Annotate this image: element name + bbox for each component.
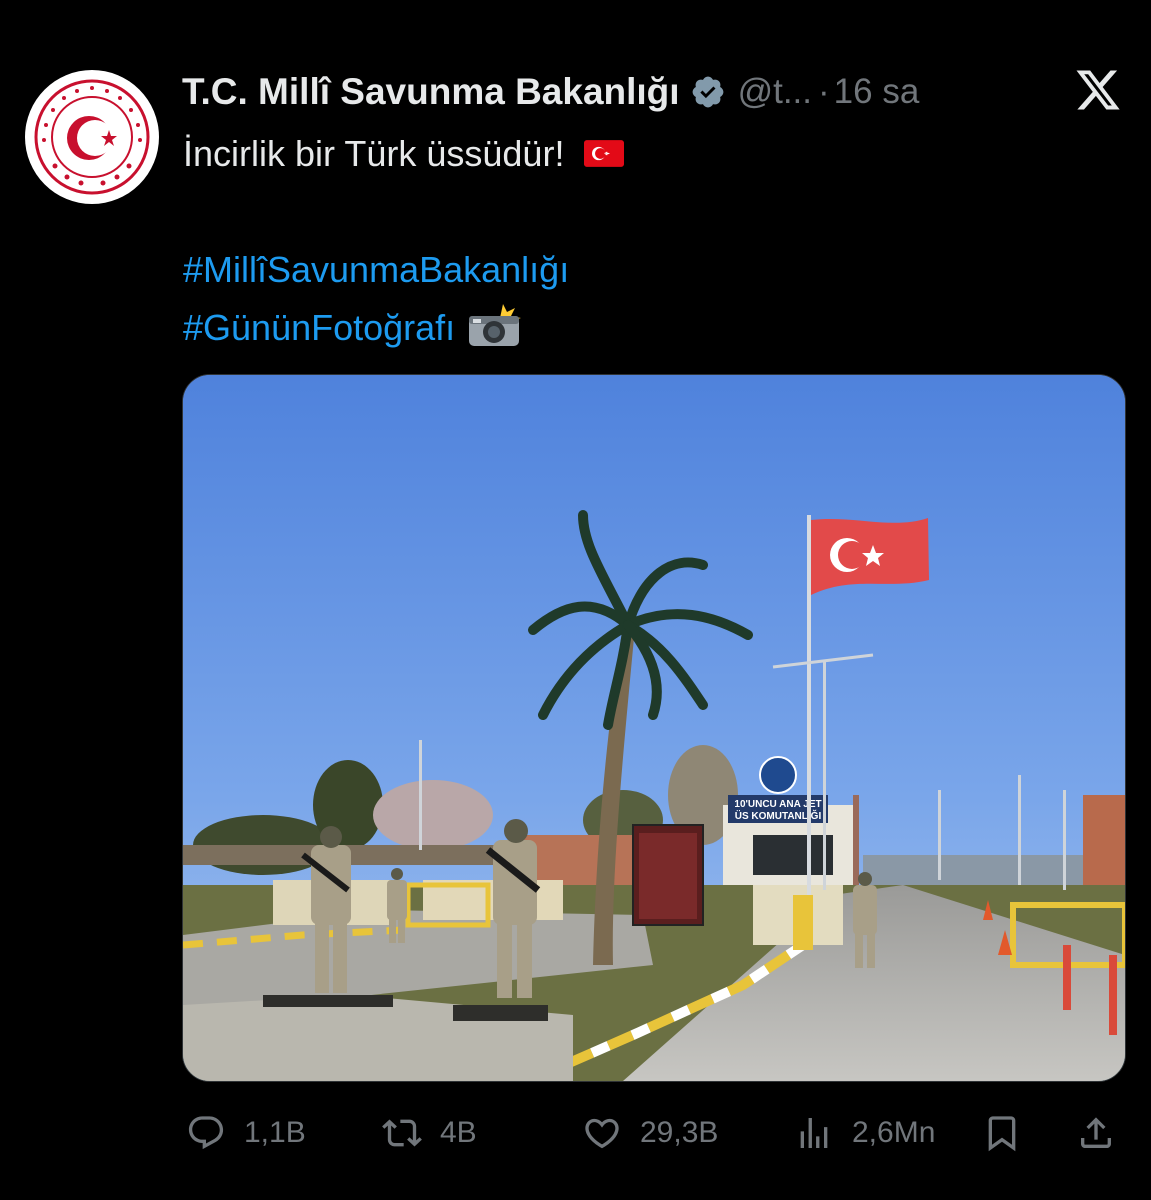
tweet-photo[interactable]: 10'UNCU ANA JET ÜS KOMUTANLIĞI: [182, 374, 1126, 1082]
bookmark-icon: [988, 1116, 1016, 1152]
retweet-button[interactable]: 4B: [382, 1113, 477, 1153]
reply-icon: [188, 1116, 224, 1150]
like-button[interactable]: 29,3B: [582, 1113, 718, 1153]
views-chart-icon: [800, 1118, 828, 1148]
tweet-time[interactable]: 16 sa: [834, 72, 920, 112]
retweet-icon: [382, 1119, 422, 1147]
separator-dot: ·: [818, 72, 830, 111]
tweet-actions: 1,1B 4B 29,3B 2,6Mn: [182, 1108, 1122, 1158]
tweet-body: İncirlik bir Türk üssüdür! #MillîSavunma…: [183, 125, 1083, 357]
bookmark-button[interactable]: [982, 1113, 1022, 1153]
reply-button[interactable]: 1,1B: [186, 1113, 306, 1153]
display-name[interactable]: T.C. Millî Savunma Bakanlığı: [182, 71, 680, 113]
share-button[interactable]: [1076, 1113, 1116, 1153]
tweet-line: İncirlik bir Türk üssüdür!: [183, 125, 1083, 183]
views-button[interactable]: 2,6Mn: [794, 1113, 935, 1153]
reply-count: 1,1B: [244, 1116, 306, 1149]
hashtag-link[interactable]: #MillîSavunmaBakanlığı: [183, 249, 569, 290]
hashtag-link[interactable]: #GününFotoğrafı: [183, 307, 455, 348]
turkey-flag-emoji-icon: [584, 140, 625, 167]
x-logo-icon: [1076, 70, 1120, 110]
views-count: 2,6Mn: [852, 1116, 936, 1149]
tweet-header: T.C. Millî Savunma Bakanlığı @t... · 16 …: [182, 68, 1122, 116]
photo-scene: 10'UNCU ANA JET ÜS KOMUTANLIĞI: [183, 375, 1125, 1081]
account-handle[interactable]: @t...: [738, 72, 812, 112]
ministry-seal-icon: [26, 71, 158, 203]
heart-icon: [585, 1118, 619, 1149]
like-count: 29,3B: [640, 1116, 719, 1149]
verified-badge-icon: [692, 76, 723, 108]
retweet-count: 4B: [440, 1116, 477, 1149]
share-icon: [1081, 1117, 1111, 1148]
avatar[interactable]: [25, 70, 159, 204]
camera-flash-emoji-icon: [469, 304, 522, 347]
